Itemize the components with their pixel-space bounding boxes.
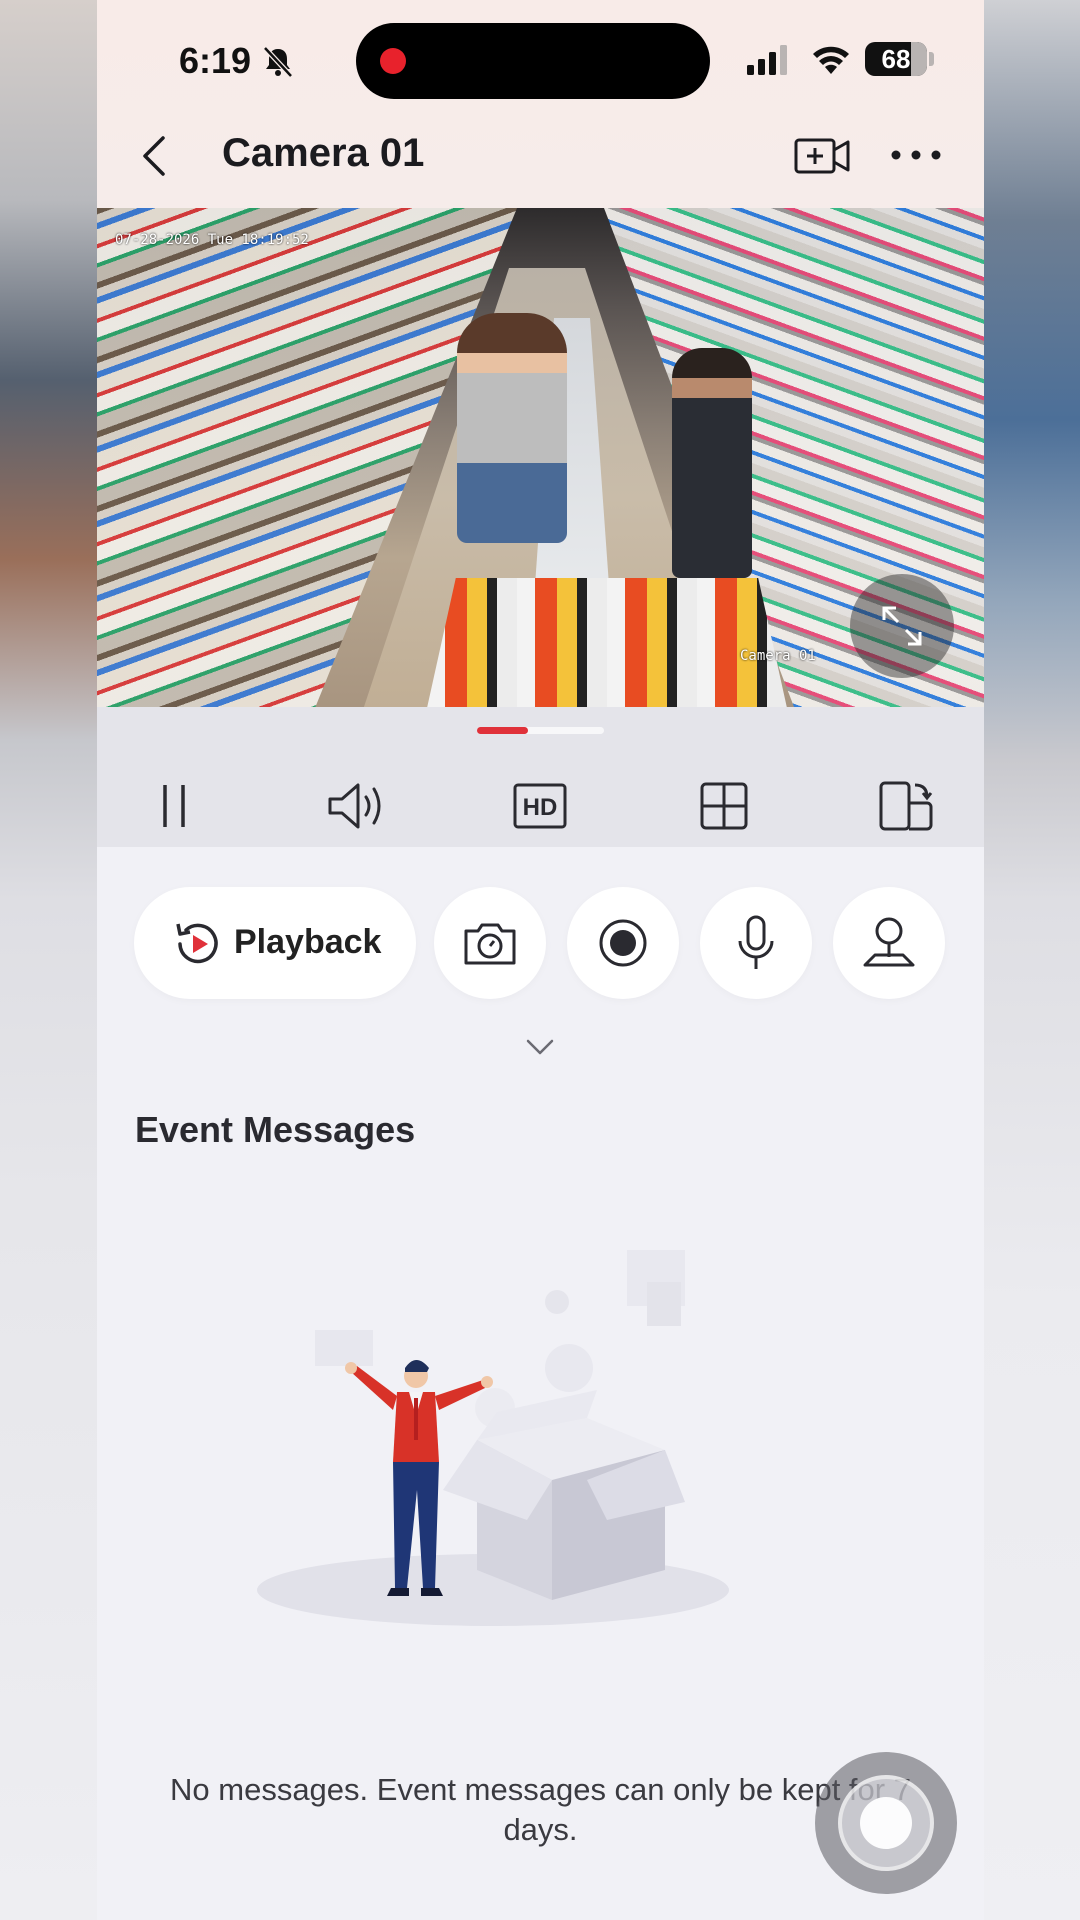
battery-empty-segment (911, 42, 927, 76)
live-video-feed[interactable]: 07-28-2026 Tue 18:19:52 Camera 01 (97, 208, 984, 707)
assistive-touch-core (860, 1797, 912, 1849)
hd-label: HD (523, 794, 558, 821)
pause-icon (163, 785, 185, 827)
video-person-right (672, 348, 752, 578)
status-time: 6:19 (179, 40, 252, 81)
action-bar: Playback (97, 847, 984, 1055)
background-left (0, 0, 97, 1920)
microphone-icon (738, 915, 774, 969)
hd-button[interactable]: HD (505, 779, 575, 833)
signal-icon (747, 45, 787, 75)
battery-icon: 68 (865, 42, 927, 76)
control-bar: HD (97, 707, 984, 847)
fullscreen-button[interactable] (850, 574, 954, 678)
sound-button[interactable] (322, 779, 392, 833)
video-display-case (427, 578, 787, 707)
background-right (983, 0, 1080, 1920)
record-button[interactable] (567, 887, 679, 999)
wifi-icon (813, 46, 849, 74)
rotate-screen-button[interactable] (871, 779, 941, 833)
split-view-button[interactable] (688, 779, 758, 833)
camera-icon (464, 923, 516, 965)
header: 6:19 68 Camera 01 (97, 0, 984, 208)
empty-state-illustration (257, 1250, 729, 1626)
recording-indicator (380, 48, 406, 74)
bell-off-icon (263, 46, 293, 78)
page-title: Camera 01 (222, 131, 425, 175)
battery-level: 68 (881, 44, 911, 74)
grid-icon (700, 782, 748, 830)
back-button[interactable] (135, 134, 175, 178)
playback-button[interactable]: Playback (134, 887, 416, 999)
speaker-icon (328, 783, 381, 829)
chevron-down-icon[interactable] (524, 1037, 556, 1057)
expand-icon (882, 606, 922, 646)
more-options-button[interactable] (890, 140, 942, 170)
battery-nub (929, 52, 934, 66)
section-title: Event Messages (135, 1109, 416, 1150)
playback-label: Playback (234, 923, 382, 961)
assistive-touch-button[interactable] (815, 1752, 957, 1894)
ptz-icon (863, 917, 915, 967)
video-camera-label: Camera 01 (740, 648, 816, 664)
video-timestamp: 07-28-2026 Tue 18:19:52 (115, 232, 309, 248)
record-icon (599, 919, 647, 967)
ptz-button[interactable] (833, 887, 945, 999)
stream-progress-fill (477, 727, 528, 734)
video-person-left (457, 313, 567, 543)
app-screen: 6:19 68 Camera 01 07-28-2026 Tue 18:19:5… (97, 0, 984, 1920)
dynamic-island (356, 23, 710, 99)
playback-icon (176, 923, 218, 964)
hd-icon: HD (513, 783, 567, 829)
add-camera-button[interactable] (794, 134, 850, 178)
talk-button[interactable] (700, 887, 812, 999)
screenshot-button[interactable] (434, 887, 546, 999)
phone-rotate-icon (879, 781, 933, 831)
assistive-touch-ring (838, 1775, 934, 1871)
pause-button[interactable] (139, 779, 209, 833)
stream-progress-track (477, 727, 604, 734)
